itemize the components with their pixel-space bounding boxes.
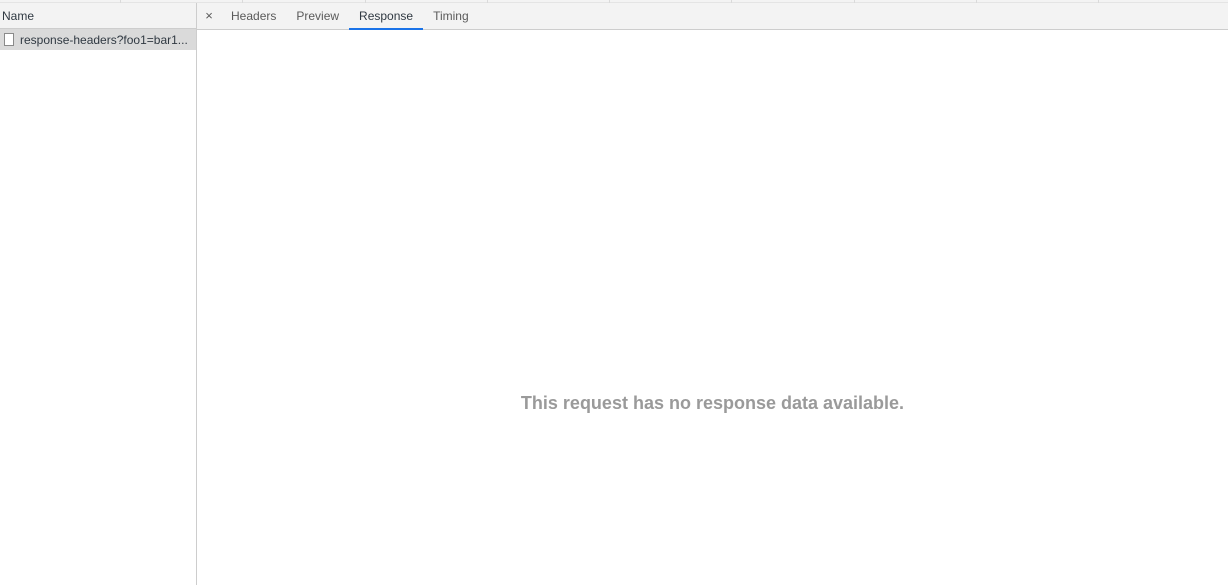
empty-response-message: This request has no response data availa… <box>520 393 905 413</box>
details-tabbar: × Headers Preview Response Timing <box>197 3 1228 30</box>
tab-timing[interactable]: Timing <box>423 3 479 29</box>
tab-response[interactable]: Response <box>349 3 424 30</box>
response-content: This request has no response data availa… <box>197 30 1228 585</box>
requests-pane: Name response-headers?foo1=bar1... <box>0 3 197 585</box>
tab-preview[interactable]: Preview <box>286 3 349 29</box>
request-row[interactable]: response-headers?foo1=bar1... <box>0 29 196 50</box>
request-details-pane: × Headers Preview Response Timing This r… <box>197 3 1228 585</box>
document-icon <box>4 33 14 46</box>
close-icon[interactable]: × <box>197 3 221 29</box>
devtools-network-panel: Name response-headers?foo1=bar1... × Hea… <box>0 0 1228 585</box>
tab-headers[interactable]: Headers <box>221 3 286 29</box>
request-name: response-headers?foo1=bar1... <box>20 32 188 47</box>
name-column-header[interactable]: Name <box>0 3 196 29</box>
